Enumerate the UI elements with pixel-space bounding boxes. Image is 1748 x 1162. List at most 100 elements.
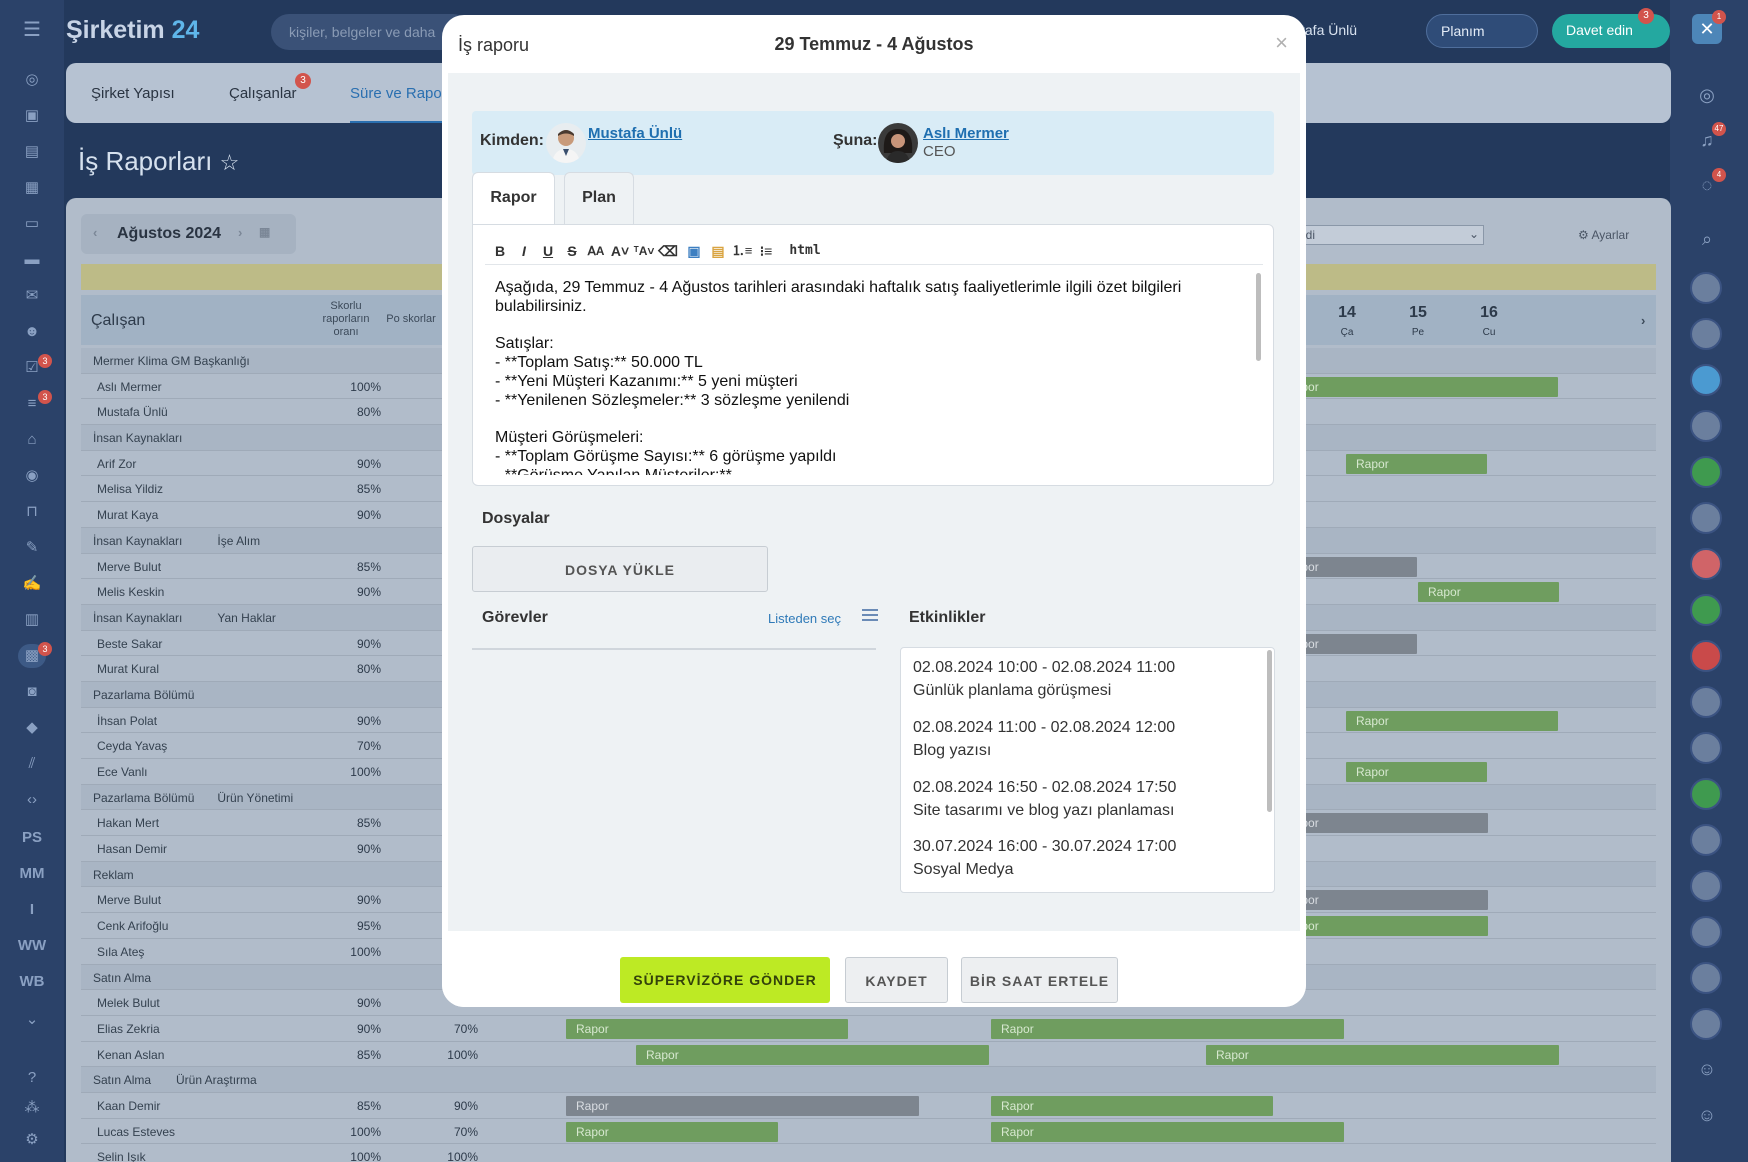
logo[interactable]: Şirketim 24 xyxy=(66,16,199,45)
tab-report[interactable]: Rapor xyxy=(472,172,555,226)
report-bar[interactable]: Rapor xyxy=(1346,762,1487,782)
event-item[interactable]: 02.08.2024 11:00 - 02.08.2024 12:00 Blog … xyxy=(913,716,1175,762)
report-bar[interactable]: Rapor xyxy=(636,1044,989,1065)
avatar[interactable] xyxy=(1690,778,1722,810)
avatar[interactable] xyxy=(1690,272,1722,304)
table-row[interactable]: Elias Zekria 90% 70% Rapor Rapor xyxy=(81,1016,1656,1042)
prev-month-icon[interactable]: ‹ xyxy=(93,225,97,240)
report-bar[interactable]: Rapor xyxy=(566,1095,919,1116)
report-text-area[interactable]: Aşağıda, 29 Temmuz - 4 Ağustos tarihleri… xyxy=(495,279,1255,475)
user-settings-icon[interactable]: ☺ xyxy=(1692,1100,1722,1130)
postpone-button[interactable]: BİR SAAT ERTELE xyxy=(961,957,1118,1003)
report-bar[interactable]: Rapor xyxy=(1206,1044,1559,1065)
employee-name[interactable]: Lucas Esteves xyxy=(97,1125,175,1139)
avatar[interactable] xyxy=(1690,732,1722,764)
employee-name[interactable]: Mustafa Ünlü xyxy=(97,405,168,419)
month-navigator[interactable]: ‹ Ağustos 2024 › ▦ xyxy=(81,214,296,254)
employee-name[interactable]: Kaan Demir xyxy=(97,1099,160,1113)
avatar[interactable] xyxy=(1690,916,1722,948)
bold-icon[interactable]: B xyxy=(489,240,511,262)
app-ww[interactable]: WW xyxy=(8,937,56,954)
next-month-icon[interactable]: › xyxy=(238,225,242,240)
drive-icon[interactable]: ▬ xyxy=(18,248,46,272)
search-icon[interactable]: ⌕ xyxy=(1692,224,1722,254)
activity-icon[interactable]: ◎ xyxy=(18,68,46,92)
italic-icon[interactable]: I xyxy=(513,240,535,262)
employee-name[interactable]: İhsan Polat xyxy=(97,714,157,728)
avatar[interactable] xyxy=(1690,640,1722,672)
sitemap-icon[interactable]: ⁂ xyxy=(18,1096,46,1120)
employee-name[interactable]: Hakan Mert xyxy=(97,816,159,830)
target-icon[interactable]: ◉ xyxy=(18,464,46,488)
to-user-link[interactable]: Aslı Mermer xyxy=(923,125,1009,142)
copilot-icon[interactable]: ◎ xyxy=(1692,80,1722,110)
menu-icon[interactable]: ☰ xyxy=(18,18,46,42)
employee-name[interactable]: Cenk Arifoğlu xyxy=(97,919,168,933)
robot-icon[interactable]: ◙ xyxy=(18,680,46,704)
report-bar[interactable]: Rapor xyxy=(566,1121,778,1142)
event-item[interactable]: 02.08.2024 16:50 - 02.08.2024 17:50 Site … xyxy=(913,776,1176,822)
table-row[interactable]: Lucas Esteves 100% 70% Rapor Rapor xyxy=(81,1119,1656,1145)
chat-icon[interactable]: ▤ xyxy=(18,140,46,164)
app-ps[interactable]: PS xyxy=(8,829,56,846)
app-wb[interactable]: WB xyxy=(8,973,56,990)
employee-name[interactable]: Melis Keskin xyxy=(97,585,164,599)
add-user-icon[interactable]: ☺ xyxy=(1692,1054,1722,1084)
numbered-list-icon[interactable]: ⒈≡ xyxy=(731,240,753,262)
edit-icon[interactable]: ✎ xyxy=(18,536,46,560)
avatar[interactable] xyxy=(1690,456,1722,488)
table-row[interactable]: Kaan Demir 85% 90% Rapor Rapor xyxy=(81,1093,1656,1119)
employee-name[interactable]: Selin Işık xyxy=(97,1150,146,1162)
cart-icon[interactable]: ⊓ xyxy=(18,500,46,524)
employee-name[interactable]: Elias Zekria xyxy=(97,1022,160,1036)
employee-name[interactable]: Melisa Yildiz xyxy=(97,482,163,496)
event-item[interactable]: 30.07.2024 16:00 - 30.07.2024 17:00 Sosya… xyxy=(913,835,1176,881)
avatar[interactable] xyxy=(1690,1008,1722,1040)
close-icon[interactable]: × xyxy=(1275,30,1288,56)
bullet-list-icon[interactable]: ⁝≡ xyxy=(755,240,777,262)
company-icon[interactable]: ⌂ xyxy=(18,428,46,452)
text-color-icon[interactable]: ꓮA xyxy=(585,240,607,262)
avatar[interactable] xyxy=(1690,870,1722,902)
report-bar[interactable]: Rapor xyxy=(991,1095,1273,1116)
calendar-icon[interactable]: ▦ xyxy=(259,225,270,239)
mail-icon[interactable]: ✉ xyxy=(18,284,46,308)
table-row[interactable]: Selin Işık 100% 100% xyxy=(81,1144,1656,1162)
calendar-icon[interactable]: ▦ xyxy=(18,176,46,200)
report-bar[interactable]: Rapor xyxy=(1346,710,1558,731)
next-days-icon[interactable]: › xyxy=(1641,313,1645,328)
tab-company-structure[interactable]: Şirket Yapısı xyxy=(91,85,175,102)
eraser-icon[interactable]: ⌫ xyxy=(657,240,679,262)
html-toggle[interactable]: html xyxy=(785,240,825,262)
app-i[interactable]: I xyxy=(8,901,56,918)
report-bar[interactable]: Rapor xyxy=(1276,813,1488,834)
table-row[interactable]: Kenan Aslan 85% 100% Rapor Rapor xyxy=(81,1042,1656,1068)
employee-name[interactable]: Merve Bulut xyxy=(97,560,161,574)
events-scrollbar[interactable] xyxy=(1267,650,1272,812)
report-bar[interactable]: Rapor xyxy=(1276,890,1488,911)
tab-plan[interactable]: Plan xyxy=(564,172,634,224)
select-from-list-link[interactable]: Listeden seç xyxy=(768,611,841,626)
send-to-supervisor-button[interactable]: SÜPERVİZÖRE GÖNDER xyxy=(620,957,830,1003)
avatar[interactable] xyxy=(1690,594,1722,626)
font-family-icon[interactable]: ᵀA˅ xyxy=(633,240,655,262)
employee-name[interactable]: Melek Bulut xyxy=(97,996,160,1010)
avatar[interactable] xyxy=(1690,364,1722,396)
strikethrough-icon[interactable]: S xyxy=(561,240,583,262)
font-size-icon[interactable]: A˅ xyxy=(609,240,631,262)
employee-name[interactable]: Kenan Aslan xyxy=(97,1048,164,1062)
save-button[interactable]: KAYDET xyxy=(845,957,948,1003)
report-bar[interactable]: Rapor xyxy=(1418,582,1559,603)
employee-name[interactable]: Ceyda Yavaş xyxy=(97,739,167,753)
chart-icon[interactable]: ▥ xyxy=(18,608,46,632)
table-icon[interactable]: ▤ xyxy=(707,240,729,262)
report-bar[interactable]: Rapor xyxy=(991,1018,1344,1039)
document-icon[interactable]: ▭ xyxy=(18,212,46,236)
tab-time-reports[interactable]: Süre ve Rapo xyxy=(350,85,442,102)
avatar[interactable] xyxy=(1690,548,1722,580)
settings-link[interactable]: ⚙ Ayarlar xyxy=(1578,228,1629,242)
report-bar[interactable]: Rapor xyxy=(1276,376,1558,397)
employee-name[interactable]: Murat Kural xyxy=(97,662,159,676)
settings-icon[interactable]: ⚙ xyxy=(18,1128,46,1152)
tab-employees[interactable]: Çalışanlar xyxy=(229,85,297,102)
